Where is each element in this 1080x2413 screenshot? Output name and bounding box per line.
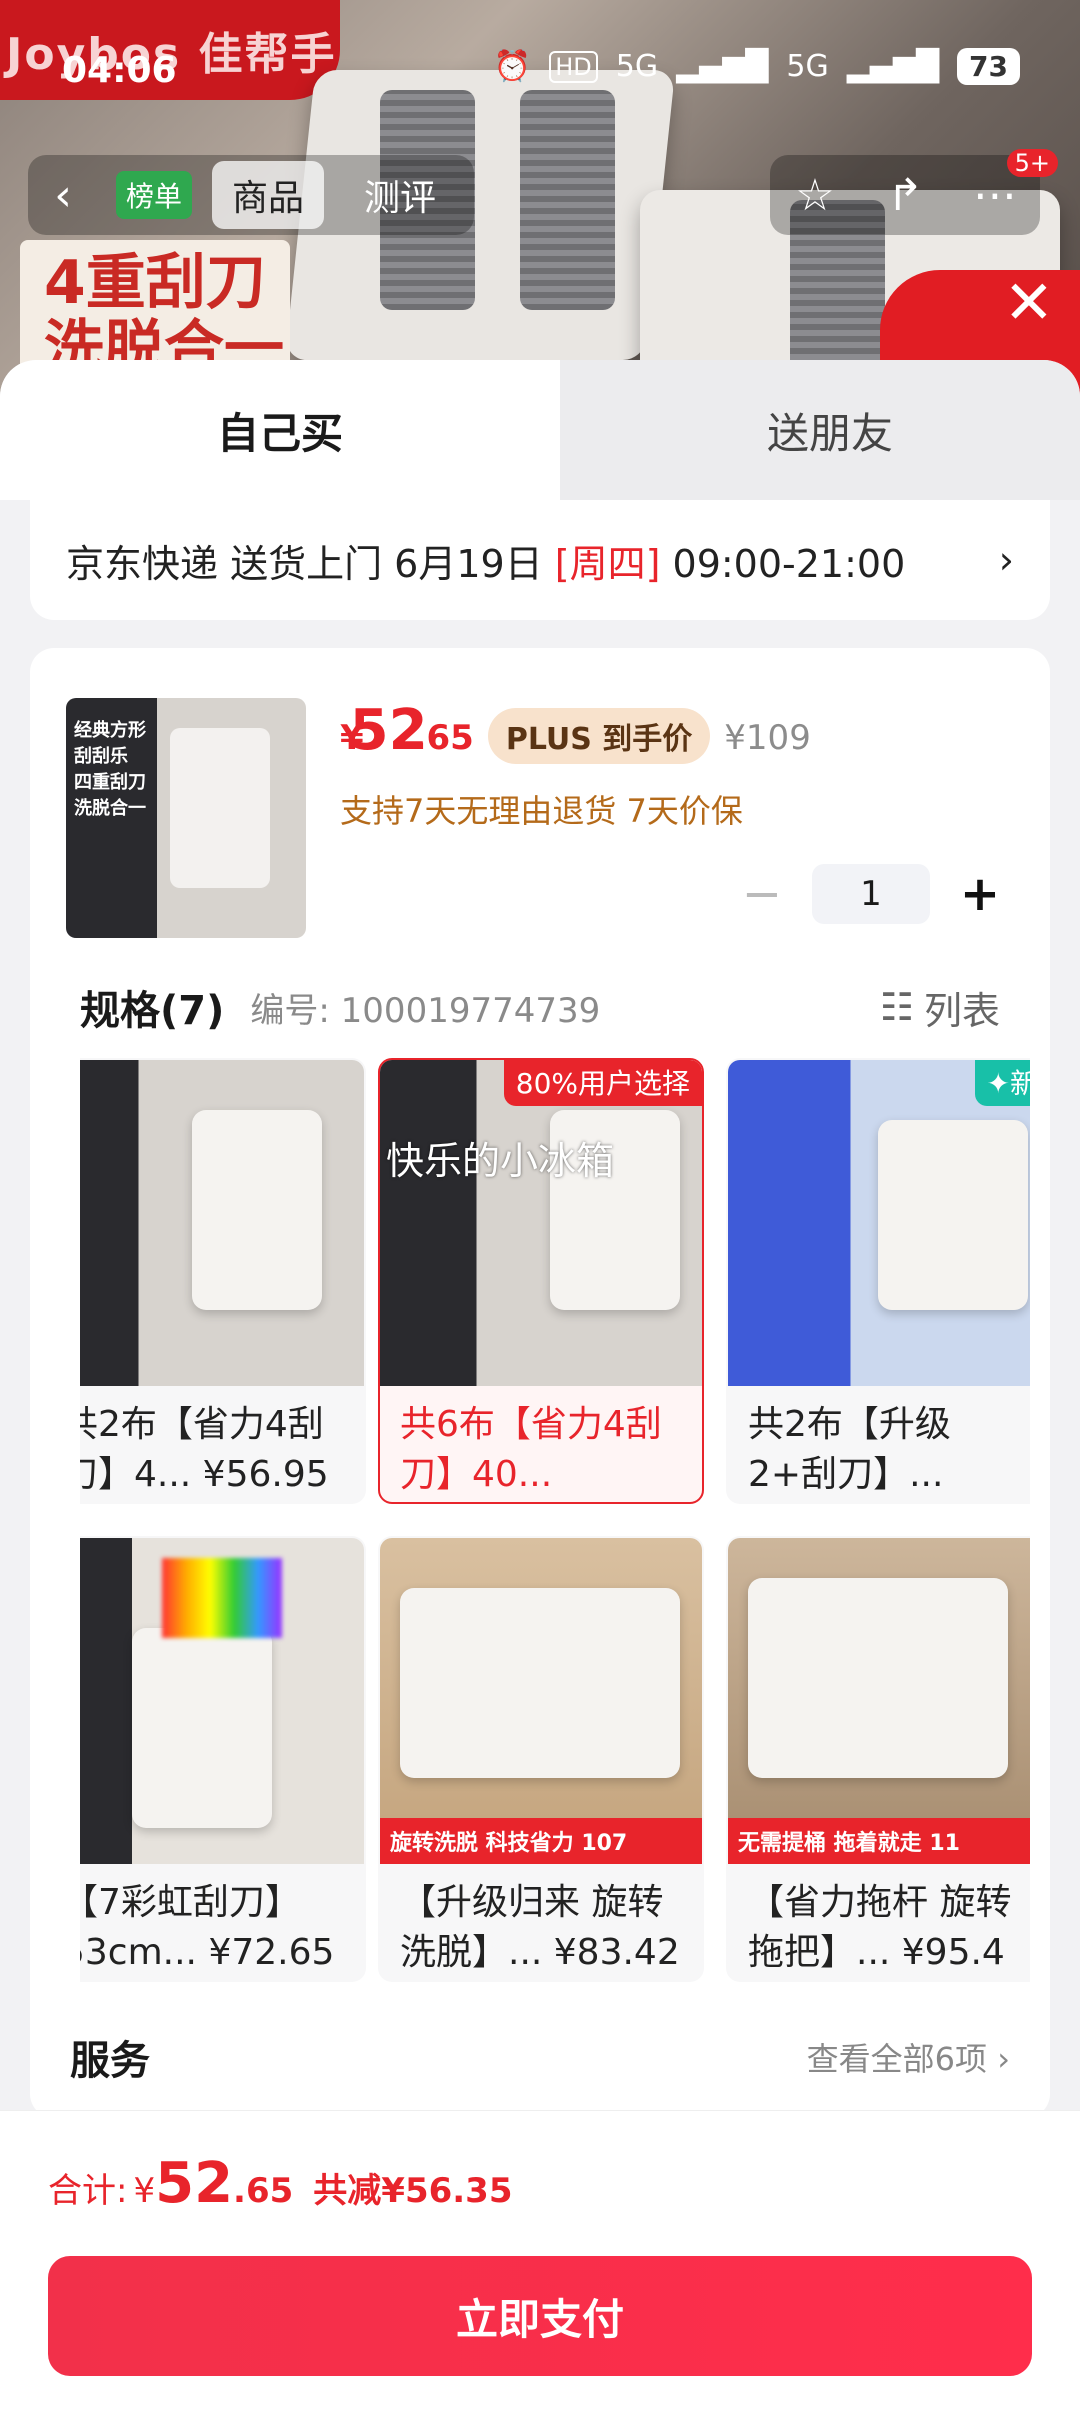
clock: 04:06	[62, 50, 177, 91]
new-tag: ✦新	[974, 1060, 1030, 1106]
delivery-carrier: 京东快递 送货上门 6月19日	[66, 541, 555, 586]
plus-button[interactable]: +	[950, 866, 1010, 922]
rainbow-blades	[162, 1558, 282, 1638]
delivery-info: 京东快递 送货上门 6月19日 [周四] 09:00-21:00	[66, 533, 905, 588]
spec-caption: 共2布【升级2+刮刀】... ¥68.1	[748, 1404, 951, 1495]
spec-option[interactable]: ✦新 共2布【升级2+刮刀】... ¥68.1	[726, 1058, 1030, 1504]
spec-option[interactable]: 旋转洗脱 科技省力 107 【升级归来 旋转洗脱】... ¥83.42	[378, 1536, 704, 1982]
price-dec: .65	[413, 718, 474, 758]
chevron-right-icon: ›	[998, 538, 1014, 582]
spec-image	[728, 1060, 1030, 1386]
buy-mode-tabs: 送朋友 自己买	[0, 360, 1080, 500]
total-dec: .65	[233, 2171, 294, 2211]
watermark: 快乐的小冰箱	[386, 1139, 615, 1183]
spec-image	[380, 1060, 702, 1386]
guarantee-text: 支持7天无理由退货 7天价保	[340, 792, 743, 830]
delivery-weekday: [周四]	[554, 541, 661, 586]
discount-text: 共减¥56.35	[313, 2171, 513, 2211]
total-price: 合计: ¥ 52 .65 共减¥56.35	[48, 2151, 512, 2216]
spec-caption: 【省力拖杆 旋转拖把】... ¥95.4	[748, 1882, 1012, 1973]
spec-caption: 【7彩虹刮刀】53cm... ¥72.65	[80, 1882, 335, 1973]
list-icon: ☷	[879, 985, 914, 1029]
message-badge: 5+	[1006, 149, 1058, 177]
spec-option-selected[interactable]: 80%用户选择 共6布【省力4刮刀】40... ¥51.65	[378, 1058, 704, 1504]
product-thumbnail[interactable]: 经典方形 刮刮乐 四重刮刀 洗脱合一	[66, 698, 306, 938]
total-currency: ¥	[133, 2171, 156, 2211]
spec-caption: 【升级归来 旋转洗脱】... ¥83.42	[400, 1882, 680, 1973]
tab-review[interactable]: 测评	[344, 161, 456, 229]
list-view-toggle[interactable]: ☷ 列表	[880, 980, 1000, 1035]
total-label: 合计:	[48, 2171, 128, 2211]
product-code: 编号: 100019774739	[250, 990, 601, 1031]
status-bar: 04:06 ⏰ HD 5G ▂▄▆█ 5G ▂▄▆█ 73	[0, 0, 1080, 110]
spec-header: 规格(7) 编号: 100019774739 ☷ 列表	[80, 978, 1000, 1036]
more-button[interactable]: ⋯ 5+	[950, 149, 1058, 235]
tab-self[interactable]: 自己买	[0, 360, 560, 500]
tab-product[interactable]: 商品	[212, 161, 325, 229]
quantity-stepper: − 1 +	[732, 864, 1010, 924]
status-icons: ⏰ HD 5G ▂▄▆█ 5G ▂▄▆█ 73	[494, 48, 1020, 85]
original-price: ¥109	[724, 718, 811, 758]
back-button[interactable]: ‹	[28, 155, 98, 235]
promo-strip: 旋转洗脱 科技省力 107	[380, 1818, 702, 1864]
signal-icon: ▂▄▆█	[846, 49, 940, 84]
price-value: ¥52.65	[340, 698, 474, 763]
5g-icon: 5G	[615, 49, 659, 84]
popular-tag: 80%用户选择	[503, 1060, 702, 1106]
service-view-all[interactable]: 查看全部6项 ›	[807, 2034, 1010, 2080]
share-button[interactable]: ↱	[860, 155, 950, 235]
spec-caption: 共6布【省力4刮刀】40... ¥51.65	[400, 1404, 662, 1495]
spec-image: 无需提桶 拖着就走 11	[728, 1538, 1030, 1864]
price-row: ¥52.65 PLUS 到手价 ¥109	[340, 698, 811, 764]
list-label: 列表	[923, 988, 1000, 1033]
spec-caption: 共2布【省力4刮刀】4... ¥56.95	[80, 1404, 329, 1495]
promo-strip: 无需提桶 拖着就走 11	[728, 1818, 1030, 1864]
bucket-image	[192, 1110, 322, 1310]
checkout-bar: 合计: ¥ 52 .65 共减¥56.35 立即支付	[0, 2110, 1080, 2413]
spec-image: 旋转洗脱 科技省力 107	[380, 1538, 702, 1864]
purchase-sheet: 送朋友 自己买 京东快递 送货上门 6月19日 [周四] 09:00-21:00…	[0, 360, 1080, 2112]
spec-option[interactable]: 【7彩虹刮刀】53cm... ¥72.65	[80, 1536, 366, 1982]
service-title: 服务	[70, 2038, 150, 2084]
more-icon: ⋯	[973, 169, 1017, 221]
close-icon[interactable]: ✕	[1004, 268, 1054, 338]
spec-image	[80, 1538, 364, 1864]
tab-gift[interactable]: 送朋友	[520, 360, 1080, 500]
5g-icon: 5G	[786, 49, 829, 84]
bucket-image	[170, 728, 270, 888]
spec-title: 规格(7)	[80, 988, 225, 1034]
alarm-icon: ⏰	[493, 49, 532, 84]
top-actions: ☆ ↱ ⋯ 5+	[770, 149, 1058, 235]
bucket-image	[748, 1578, 1008, 1778]
rank-badge[interactable]: 榜单	[116, 171, 193, 219]
battery-icon: 73	[957, 48, 1020, 85]
favorite-button[interactable]: ☆	[770, 155, 860, 235]
product-top-nav: ‹ 榜单 商品 测评	[28, 155, 475, 235]
product-card: 经典方形 刮刮乐 四重刮刀 洗脱合一 ¥52.65 PLUS 到手价 ¥109 …	[30, 648, 1050, 2112]
delivery-row[interactable]: 京东快递 送货上门 6月19日 [周四] 09:00-21:00 ›	[30, 500, 1050, 620]
pay-now-button[interactable]: 立即支付	[48, 2256, 1032, 2376]
delivery-time: 09:00-21:00	[660, 541, 906, 586]
bucket-image	[878, 1120, 1028, 1310]
thumbnail-text: 经典方形 刮刮乐 四重刮刀 洗脱合一	[74, 720, 146, 819]
spec-option[interactable]: 共2布【省力4刮刀】4... ¥56.95	[80, 1058, 366, 1504]
bucket-image	[132, 1628, 272, 1828]
spec-grid: 共2布【省力4刮刀】4... ¥56.95 80%用户选择 共6布【省力4刮刀】…	[80, 1058, 1030, 1998]
plus-price-tag: PLUS 到手价	[487, 708, 711, 764]
bucket-image	[400, 1588, 680, 1778]
product-summary: 经典方形 刮刮乐 四重刮刀 洗脱合一 ¥52.65 PLUS 到手价 ¥109 …	[30, 678, 1050, 978]
share-icon: ↱	[886, 169, 924, 221]
star-icon: ☆	[795, 169, 835, 221]
mop-pad-image	[520, 90, 615, 310]
total-int: 52	[155, 2151, 234, 2216]
minus-button[interactable]: −	[732, 866, 792, 922]
service-row[interactable]: 服务 查看全部6项 ›	[70, 2028, 1010, 2086]
spec-option[interactable]: 无需提桶 拖着就走 11 【省力拖杆 旋转拖把】... ¥95.4	[726, 1536, 1030, 1982]
signal-icon: ▂▄▆█	[676, 49, 769, 84]
nav-tabs: 榜单 商品 测评	[98, 155, 475, 235]
spec-image	[80, 1060, 364, 1386]
hd-icon: HD	[549, 50, 598, 83]
quantity-input[interactable]: 1	[812, 864, 930, 924]
